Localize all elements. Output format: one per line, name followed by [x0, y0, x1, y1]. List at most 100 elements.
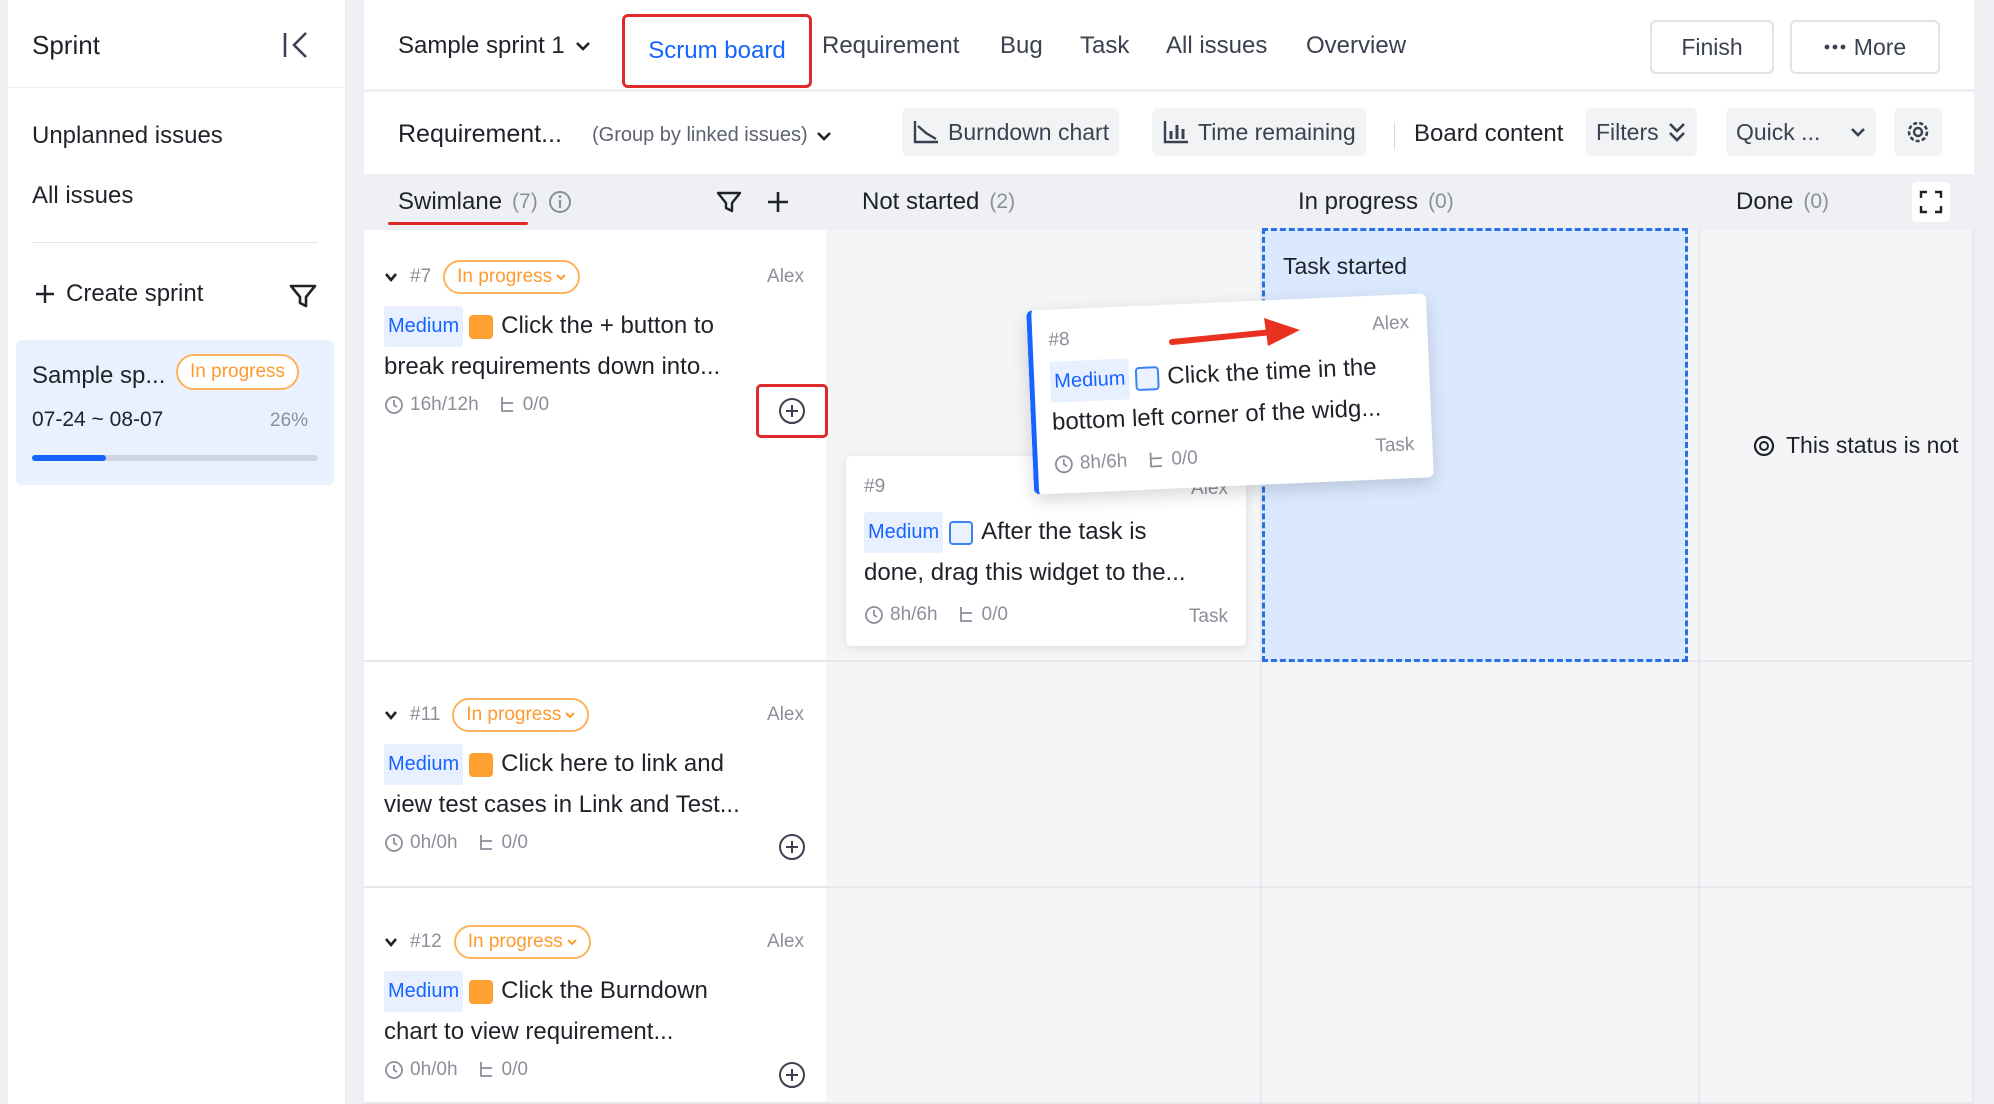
filters-label: Filters: [1596, 118, 1659, 145]
cell-in-progress-12[interactable]: [1262, 888, 1700, 1104]
status-label: In progress: [466, 704, 562, 725]
sidebar-item-unplanned-issues[interactable]: Unplanned issues: [32, 122, 223, 150]
clock-icon: [385, 1061, 403, 1080]
add-circle-icon: [779, 398, 805, 424]
task-title-line-1: Click the time in the: [1166, 353, 1378, 390]
double-chevron-icon: [1668, 123, 1685, 142]
create-sprint-label: Create sprint: [66, 280, 204, 307]
board-column-headers: Swimlane (7) Not started (2) In progress…: [364, 174, 1974, 230]
sprint-select[interactable]: Sample sprint 1: [398, 32, 591, 60]
filter-icon[interactable]: [716, 190, 742, 214]
arrow-icon: [1169, 318, 1300, 346]
subtask-icon: [479, 835, 492, 851]
time-estimate[interactable]: 0h/0h: [384, 1059, 458, 1081]
filters-button[interactable]: Filters: [1586, 108, 1697, 156]
add-subtask-button-7[interactable]: [756, 384, 828, 438]
sidebar-title: Sprint: [32, 30, 100, 60]
fullscreen-button[interactable]: [1912, 182, 1950, 222]
requirement-selector[interactable]: Requirement...: [398, 120, 562, 149]
tab-scrum-board[interactable]: Scrum board: [622, 14, 812, 88]
status-label: In progress: [467, 931, 563, 952]
settings-button[interactable]: [1894, 108, 1942, 156]
column-header-in-progress: In progress (0): [1298, 188, 1454, 216]
requirement-title[interactable]: Medium Click the + button to break requir…: [384, 306, 804, 386]
filter-icon[interactable]: [288, 282, 318, 310]
title-line-2: break requirements down into...: [384, 353, 721, 381]
status-dropdown[interactable]: In progress: [443, 260, 581, 294]
time-estimate[interactable]: 8h/6h: [864, 604, 938, 626]
cell-not-started-11[interactable]: [826, 662, 1262, 888]
done-title: Done: [1736, 188, 1794, 215]
time-remaining-button[interactable]: Time remaining: [1152, 108, 1366, 156]
task-meta: 8h/6h 0/0: [864, 604, 1008, 626]
add-circle-icon[interactable]: [777, 1060, 807, 1090]
tab-all-issues[interactable]: All issues: [1166, 32, 1267, 60]
board-content-label[interactable]: Board content: [1414, 120, 1563, 148]
time-value: 0h/0h: [410, 1059, 458, 1081]
not-started-title: Not started: [862, 188, 980, 215]
sprint-card[interactable]: Sample sp... In progress 07-24 ~ 08-07 2…: [16, 340, 334, 485]
add-circle-icon[interactable]: [777, 832, 807, 862]
group-by-selector[interactable]: (Group by linked issues): [592, 124, 832, 147]
in-progress-count: (0): [1428, 190, 1454, 213]
assignee: Alex: [767, 266, 804, 287]
requirement-id: #11: [410, 704, 441, 725]
tab-bug[interactable]: Bug: [1000, 32, 1043, 60]
requirement-id: #7: [410, 266, 432, 287]
chevron-down-icon: [575, 42, 590, 51]
create-sprint-button[interactable]: Create sprint: [34, 280, 203, 308]
status-dropdown[interactable]: In progress: [452, 698, 590, 732]
burndown-chart-label: Burndown chart: [948, 118, 1110, 145]
quick-filter-label: Quick ...: [1736, 118, 1821, 145]
cell-done-11[interactable]: [1700, 662, 1974, 888]
time-estimate[interactable]: 8h/6h: [1053, 451, 1128, 476]
info-icon[interactable]: [548, 190, 572, 214]
sprint-sidebar: Sprint Unplanned issues All issues Creat…: [8, 0, 346, 1104]
column-header-not-started: Not started (2): [862, 188, 1015, 216]
requirement-card-7[interactable]: #7 In progress Alex Medium Click the + bu…: [384, 260, 804, 416]
sprint-progress-label: 26%: [270, 410, 309, 431]
subtask-value: 0/0: [1170, 447, 1199, 470]
time-estimate[interactable]: 16h/12h: [384, 394, 479, 416]
requirement-title[interactable]: Medium Click the Burndown chart to view r…: [384, 971, 804, 1051]
chevron-down-icon[interactable]: [384, 270, 398, 284]
title-line-1: Click here to link and: [501, 750, 724, 777]
more-button[interactable]: More: [1790, 20, 1940, 74]
requirement-card-12[interactable]: #12 In progress Alex Medium Click the Bur…: [384, 925, 804, 1081]
requirement-type-icon: [469, 314, 494, 339]
task-id: #8: [1048, 328, 1071, 351]
collapse-icon[interactable]: [280, 30, 312, 60]
task-title-line-2: done, drag this widget to the...: [864, 559, 1186, 587]
requirement-title[interactable]: Medium Click here to link and view test c…: [384, 744, 804, 824]
sidebar-divider: [32, 242, 318, 243]
priority-badge: Medium: [864, 512, 944, 554]
fullscreen-icon: [1919, 190, 1943, 214]
more-label: More: [1853, 33, 1907, 60]
cell-done-12[interactable]: [1700, 888, 1974, 1104]
sprint-dates: 07-24 ~ 08-07: [32, 408, 164, 431]
clock-icon: [865, 606, 883, 624]
burndown-chart-button[interactable]: Burndown chart: [902, 108, 1120, 156]
subtask-value: 0/0: [501, 1059, 528, 1081]
tab-overview[interactable]: Overview: [1306, 32, 1406, 60]
chevron-down-icon: [567, 939, 577, 946]
priority-badge: Medium: [384, 744, 464, 786]
task-id: #9: [864, 476, 886, 497]
requirement-type-icon: [469, 752, 494, 777]
cell-not-started-12[interactable]: [826, 888, 1262, 1104]
plus-icon[interactable]: [766, 190, 790, 214]
more-dots-icon: [1824, 44, 1846, 50]
status-dropdown[interactable]: In progress: [453, 925, 591, 959]
time-estimate[interactable]: 0h/0h: [384, 832, 458, 854]
cell-in-progress-11[interactable]: [1262, 662, 1700, 888]
chevron-down-icon[interactable]: [384, 935, 398, 949]
tab-task[interactable]: Task: [1080, 32, 1129, 60]
finish-button[interactable]: Finish: [1650, 20, 1774, 74]
chevron-down-icon[interactable]: [384, 708, 398, 722]
quick-filter-select[interactable]: Quick ...: [1726, 108, 1876, 156]
tab-requirement[interactable]: Requirement: [822, 32, 959, 60]
requirement-meta: 0h/0h 0/0: [384, 1059, 804, 1081]
sidebar-item-all-issues[interactable]: All issues: [32, 182, 133, 210]
subtask-count: 0/0: [478, 1059, 528, 1081]
requirement-card-11[interactable]: #11 In progress Alex Medium Click here to…: [384, 698, 804, 854]
